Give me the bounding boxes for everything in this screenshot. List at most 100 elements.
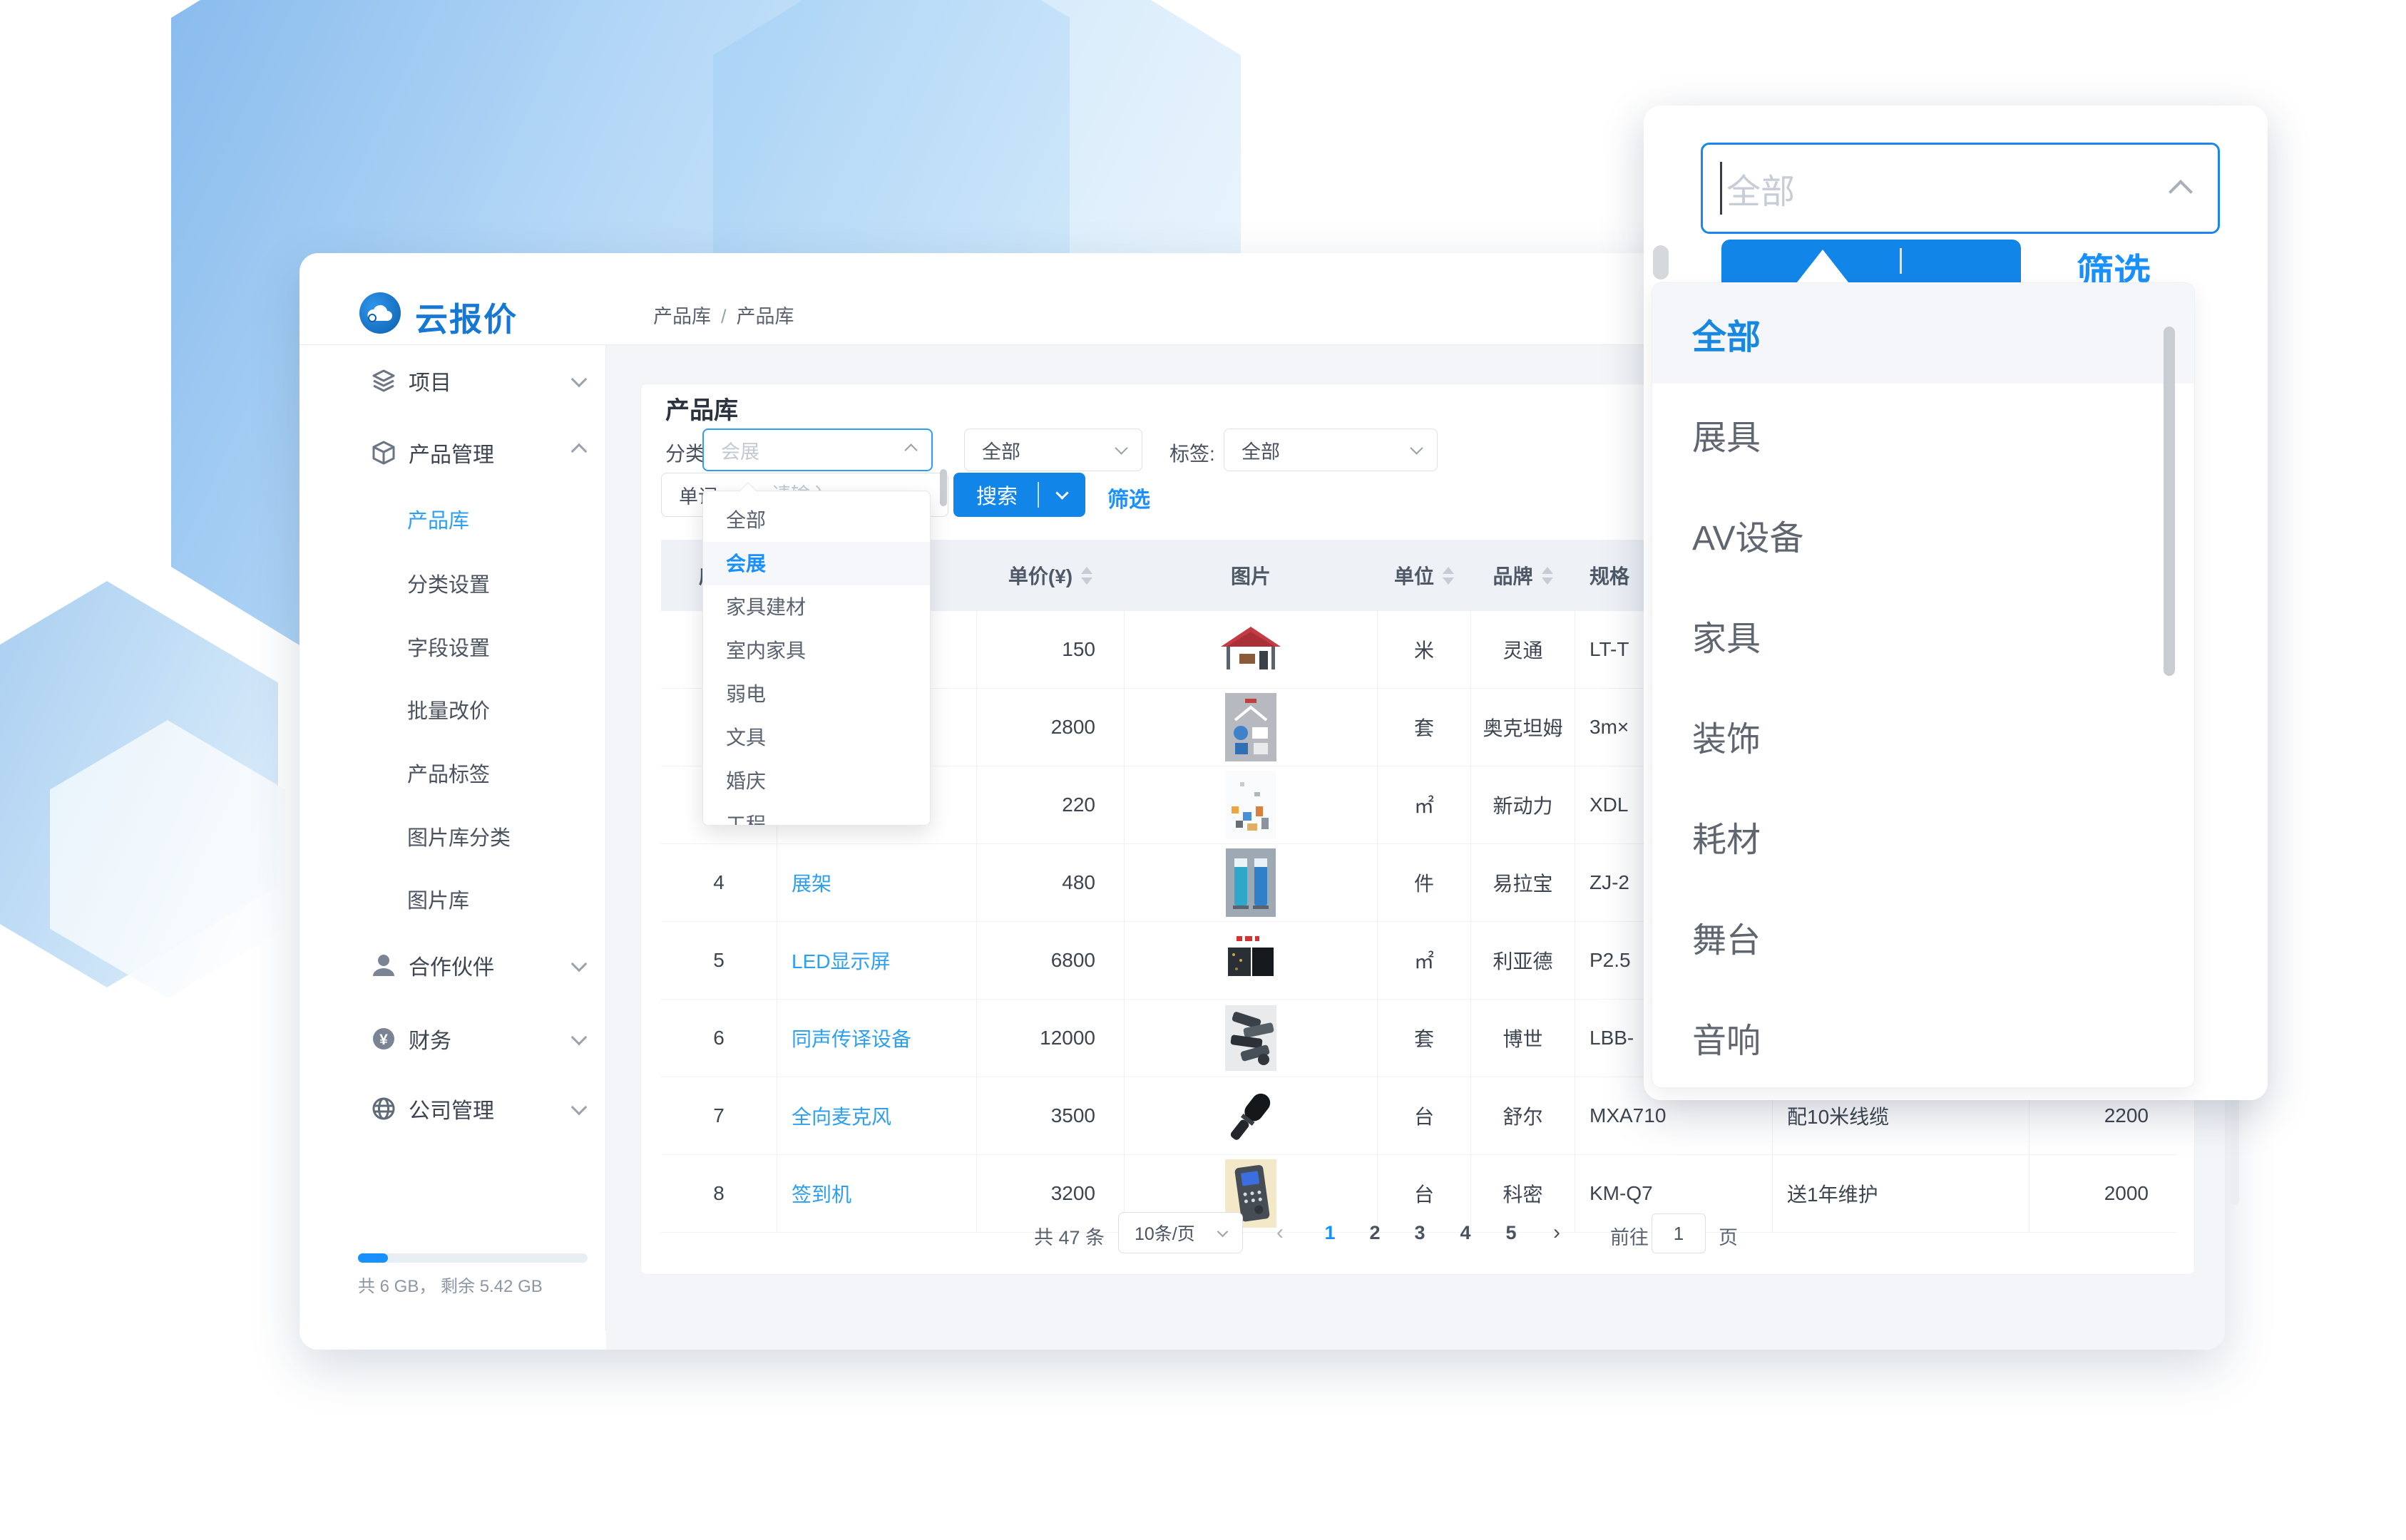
dropdown-option[interactable]: 室内家具 — [703, 629, 930, 672]
sidebar-item-product-management[interactable]: 产品管理 — [300, 430, 606, 476]
tag-select[interactable]: 全部 — [1224, 428, 1438, 471]
dropdown-option[interactable]: 文具 — [703, 716, 930, 759]
chevron-down-icon — [573, 374, 585, 389]
dropdown-option-selected[interactable]: 会展 — [703, 542, 930, 585]
dropdown-option[interactable]: 音响 — [1652, 987, 2194, 1087]
sidebar-item-field-settings[interactable]: 字段设置 — [300, 627, 606, 667]
dropdown-option[interactable]: 弱电 — [703, 672, 930, 716]
search-button[interactable]: 搜索 — [953, 473, 1085, 517]
magnified-input-placeholder: 全部 — [1726, 163, 1795, 213]
sidebar-item-finance[interactable]: ¥ 财务 — [300, 1016, 606, 1062]
sidebar-item-image-library[interactable]: 图片库 — [300, 879, 606, 919]
sidebar-item-label: 产品管理 — [409, 437, 494, 468]
column-header-unit[interactable]: 单位 — [1378, 540, 1471, 611]
product-image-tent[interactable] — [1125, 611, 1378, 688]
dropdown-option[interactable]: 家具建材 — [703, 585, 930, 629]
pagination-goto-input[interactable] — [1652, 1213, 1706, 1253]
dropdown-option[interactable]: 装饰 — [1652, 685, 2194, 786]
chevron-down-icon — [573, 1032, 585, 1047]
sort-icon[interactable] — [1081, 567, 1092, 585]
dropdown-scrollbar-thumb[interactable] — [2164, 327, 2175, 676]
sidebar-item-company-management[interactable]: 公司管理 — [300, 1086, 606, 1131]
magnified-category-input[interactable]: 全部 — [1701, 143, 2220, 234]
magnified-scrollbar-thumb — [1653, 245, 1669, 279]
product-name-link[interactable]: 签到机 — [777, 1155, 977, 1232]
product-name-link[interactable]: LED显示屏 — [777, 922, 977, 999]
pagination-prev-button[interactable]: ‹ — [1276, 1221, 1284, 1245]
dropdown-option[interactable]: AV设备 — [1652, 484, 2194, 585]
chevron-down-icon — [573, 1102, 585, 1116]
pagination-page-5[interactable]: 5 — [1497, 1222, 1525, 1244]
pagination-page-2[interactable]: 2 — [1361, 1222, 1389, 1244]
chevron-down-icon — [1412, 443, 1421, 456]
magnified-search-button — [1721, 240, 2021, 282]
dropdown-caret — [1797, 250, 1848, 282]
sidebar-item-bulk-price-change[interactable]: 批量改价 — [300, 689, 606, 729]
pagination-next-button[interactable]: › — [1553, 1221, 1560, 1245]
sort-icon[interactable] — [1542, 567, 1553, 585]
dropdown-option[interactable]: 婚庆 — [703, 759, 930, 803]
product-image-collage[interactable] — [1125, 766, 1378, 843]
sidebar-item-label: 合作伙伴 — [409, 950, 494, 981]
page-title: 产品库 — [665, 391, 738, 426]
chevron-down-icon — [1039, 488, 1067, 501]
breadcrumb-item[interactable]: 产品库 — [653, 306, 711, 327]
chevron-up-icon — [2169, 180, 2193, 204]
sidebar-item-label: 项目 — [409, 365, 451, 396]
chevron-down-icon — [573, 958, 585, 973]
product-image-led-screen[interactable] — [1125, 922, 1378, 999]
dropdown-option[interactable]: 工程 — [703, 803, 930, 826]
pagination-page-3[interactable]: 3 — [1406, 1222, 1434, 1244]
pagination-page-1[interactable]: 1 — [1316, 1222, 1344, 1244]
table-row: 8 签到机 3200 台 科密 KM-Q7 送1年维护 2000 — [661, 1155, 2177, 1233]
column-header-price[interactable]: 单价(¥) — [977, 540, 1125, 611]
category-dropdown-menu: 全部 会展 家具建材 室内家具 弱电 文具 婚庆 工程 — [702, 491, 931, 826]
cube-icon — [369, 438, 399, 467]
sidebar-item-image-library-category[interactable]: 图片库分类 — [300, 816, 606, 856]
input-scrollbar-thumb[interactable] — [940, 469, 947, 506]
breadcrumb-separator: / — [721, 306, 727, 327]
pagination-goto-label: 前往 — [1610, 1222, 1649, 1250]
category-select[interactable]: 会展 — [702, 428, 933, 471]
subcategory-select[interactable]: 全部 — [964, 428, 1142, 471]
product-name-link[interactable]: 展架 — [777, 844, 977, 921]
button-divider — [1900, 248, 1902, 274]
sidebar-item-partners[interactable]: 合作伙伴 — [300, 943, 606, 988]
dropdown-option[interactable]: 家具 — [1652, 585, 2194, 685]
storage-text: 共 6 GB， 剩余 5.42 GB — [358, 1272, 543, 1297]
storage-progress-fill — [358, 1253, 388, 1263]
dropdown-option[interactable]: 展具 — [1652, 384, 2194, 484]
app-logo-text: 云报价 — [415, 294, 518, 341]
yen-circle-icon: ¥ — [369, 1025, 399, 1053]
chevron-down-icon — [1219, 1226, 1227, 1239]
sort-icon[interactable] — [1443, 567, 1454, 585]
breadcrumb-item-current: 产品库 — [737, 306, 794, 327]
product-image-microphone[interactable] — [1125, 1077, 1378, 1154]
pagination-page-4[interactable]: 4 — [1451, 1222, 1480, 1244]
sidebar-item-label: 公司管理 — [409, 1093, 494, 1124]
pagination-goto-suffix: 页 — [1719, 1222, 1738, 1250]
sidebar-item-product-tags[interactable]: 产品标签 — [300, 753, 606, 793]
product-name-link[interactable]: 同声传译设备 — [777, 1000, 977, 1077]
product-name-link[interactable]: 全向麦克风 — [777, 1077, 977, 1154]
sidebar-item-projects[interactable]: 项目 — [300, 358, 606, 404]
sidebar-item-product-library[interactable]: 产品库 — [300, 499, 606, 539]
dropdown-option[interactable]: 舞台 — [1652, 886, 2194, 987]
magnified-dropdown-menu: 全部 展具 AV设备 家具 装饰 耗材 舞台 音响 — [1652, 282, 2195, 1088]
product-image-interpretation-set[interactable] — [1125, 1000, 1378, 1077]
tag-filter-label: 标签: — [1169, 438, 1215, 467]
person-icon — [369, 951, 399, 980]
column-header-image: 图片 — [1125, 540, 1378, 611]
product-image-rollup-banners[interactable] — [1125, 844, 1378, 921]
dropdown-option[interactable]: 耗材 — [1652, 786, 2194, 886]
cloud-logo-icon — [359, 292, 401, 334]
advanced-filter-link[interactable]: 筛选 — [1107, 482, 1150, 513]
product-image-booth-set[interactable] — [1125, 689, 1378, 766]
layers-icon — [369, 366, 399, 395]
column-header-brand[interactable]: 品牌 — [1471, 540, 1575, 611]
dropdown-option-selected[interactable]: 全部 — [1652, 283, 2194, 384]
text-cursor — [1720, 162, 1722, 215]
dropdown-option[interactable]: 全部 — [703, 498, 930, 542]
page-size-select[interactable]: 10条/页 — [1118, 1212, 1243, 1253]
sidebar-item-category-settings[interactable]: 分类设置 — [300, 563, 606, 603]
